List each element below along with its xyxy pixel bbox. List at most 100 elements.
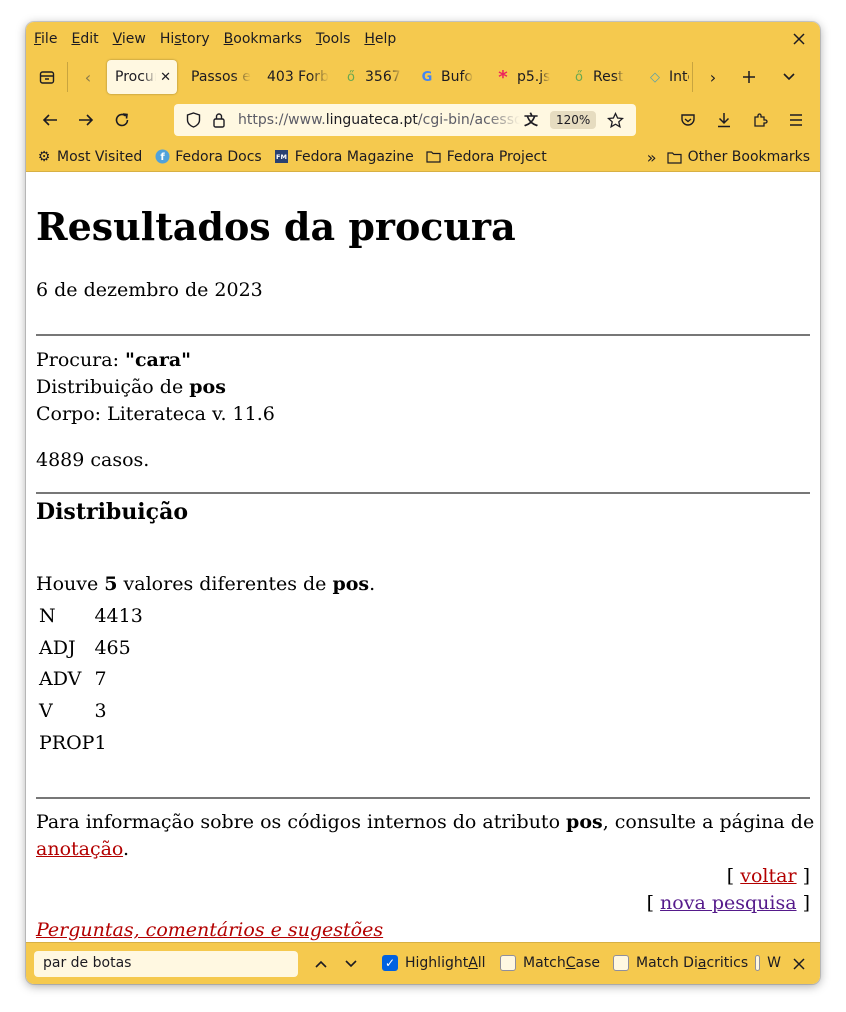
- corpus-line: Corpo: Literateca v. 11.6: [36, 403, 275, 425]
- bookmark-fedora-docs[interactable]: f Fedora Docs: [154, 149, 262, 165]
- lock-icon[interactable]: [208, 109, 230, 131]
- fedora-magazine-icon: FM: [274, 149, 290, 165]
- checkbox-label: ase: [575, 955, 601, 971]
- find-bar-close-icon[interactable]: [786, 951, 812, 977]
- bookmark-label: Fedora Project: [446, 148, 547, 165]
- summary-attribute: pos: [332, 573, 370, 595]
- bookmarks-right: » Other Bookmarks: [647, 142, 810, 172]
- menu-edit[interactable]: Edit: [71, 31, 98, 47]
- reload-icon[interactable]: [106, 104, 138, 136]
- table-row: ADV 7: [39, 663, 143, 695]
- tab-p5js[interactable]: * p5.js: [487, 60, 563, 94]
- new-tab-icon[interactable]: [732, 60, 766, 94]
- table-cell-value: 1: [94, 731, 107, 754]
- find-next-chevron-down-icon[interactable]: [338, 951, 364, 977]
- url-prefix: https://www.: [238, 112, 326, 128]
- summary-text: Houve: [36, 573, 105, 595]
- bookmark-other-bookmarks[interactable]: Other Bookmarks: [667, 149, 810, 165]
- page-content: Resultados da procura 6 de dezembro de 2…: [26, 172, 820, 942]
- more-bookmarks-chevron-icon[interactable]: »: [647, 148, 657, 167]
- highlight-all-checkbox[interactable]: ✓ Highlight All: [382, 955, 486, 971]
- new-search-link[interactable]: nova pesquisa: [660, 892, 797, 914]
- info-link-line: anotação.: [36, 838, 129, 860]
- bookmark-star-icon[interactable]: [604, 109, 626, 131]
- menu-tools[interactable]: Tools: [316, 31, 351, 47]
- bookmark-label: Fedora Magazine: [294, 148, 414, 165]
- downloads-icon[interactable]: [708, 104, 740, 136]
- table-cell-value: 7: [94, 668, 107, 691]
- bookmark-label: Most Visited: [57, 148, 143, 165]
- tab-403[interactable]: 403 Forbidden: [259, 60, 335, 94]
- tab-procura[interactable]: Procura ✕: [107, 60, 177, 94]
- asterisk-icon: *: [498, 66, 508, 88]
- menu-help[interactable]: Help: [364, 31, 396, 47]
- feedback-link[interactable]: Perguntas, comentários e sugestões: [36, 919, 383, 941]
- tab-strip: ‹ Procura ✕ Passos e 403 Forbidden ő 356…: [26, 56, 820, 98]
- leaf-icon: ő: [575, 69, 583, 85]
- tab-bufo[interactable]: G Bufo: [411, 60, 487, 94]
- back-arrow-icon[interactable]: [34, 104, 66, 136]
- menu-history[interactable]: History: [160, 31, 210, 47]
- checkbox-label: Highlight: [405, 955, 469, 971]
- url-path: /cgi-bin/acesso: [417, 112, 520, 128]
- hamburger-menu-icon[interactable]: [780, 104, 812, 136]
- find-bar: par de botas ✓ Highlight All Match Case …: [26, 942, 820, 984]
- find-input[interactable]: par de botas: [34, 951, 298, 977]
- bookmark-label: Other Bookmarks: [687, 149, 810, 165]
- tab-rest[interactable]: ő Rest: [563, 60, 639, 94]
- tab-3567[interactable]: ő 3567: [335, 60, 411, 94]
- annotation-link[interactable]: anotação: [36, 838, 123, 860]
- menu-bookmarks[interactable]: Bookmarks: [224, 31, 302, 47]
- table-cell-value: 4413: [94, 604, 143, 627]
- tab-passos[interactable]: Passos e: [183, 60, 259, 94]
- bookmark-most-visited[interactable]: ⚙ Most Visited: [36, 148, 143, 165]
- navigation-toolbar: https://www.linguateca.pt/cgi-bin/acesso…: [26, 98, 820, 142]
- checkbox-label: W: [767, 955, 781, 971]
- shield-icon[interactable]: [182, 109, 204, 131]
- tab-tray-icon[interactable]: [30, 60, 64, 94]
- whole-words-checkbox[interactable]: W: [755, 955, 781, 971]
- voltar-link[interactable]: voltar: [740, 865, 796, 887]
- bookmark-fedora-project[interactable]: Fedora Project: [426, 149, 547, 165]
- checkbox-box: [500, 955, 516, 971]
- menu-file[interactable]: File: [34, 31, 57, 47]
- match-case-checkbox[interactable]: Match Case: [500, 955, 600, 971]
- distribution-attribute: pos: [189, 376, 226, 398]
- diamond-icon: ◇: [650, 69, 660, 85]
- menu-bar: File Edit View History Bookmarks Tools H…: [26, 22, 820, 56]
- window-close-icon[interactable]: [790, 30, 808, 48]
- zoom-level-badge[interactable]: 120%: [550, 111, 597, 129]
- new-search-link-line: [ nova pesquisa ]: [646, 892, 810, 914]
- tab-into[interactable]: ◇ Into the: [639, 60, 689, 94]
- query-line: Procura: "cara": [36, 349, 191, 371]
- summary-count: 5: [104, 573, 118, 595]
- tab-title: Procura: [115, 69, 156, 85]
- forward-arrow-icon[interactable]: [70, 104, 102, 136]
- divider: [36, 797, 810, 799]
- tab-close-icon[interactable]: ✕: [160, 70, 171, 85]
- table-cell-value: 3: [94, 699, 107, 722]
- info-text-part: , consulte a página de: [602, 811, 815, 833]
- table-cell-key: PROP: [39, 731, 95, 754]
- menu-view[interactable]: View: [113, 31, 146, 47]
- summary-text: .: [369, 573, 376, 595]
- divider: [36, 492, 810, 494]
- translate-icon[interactable]: 文: [520, 109, 542, 131]
- match-diacritics-checkbox[interactable]: Match Di a critics: [613, 955, 748, 971]
- checkmark-icon: ✓: [382, 955, 398, 971]
- bookmark-fedora-magazine[interactable]: FM Fedora Magazine: [274, 149, 414, 165]
- tabs-scroll-left-icon[interactable]: ‹: [71, 60, 105, 94]
- list-tabs-chevron-down-icon[interactable]: [772, 60, 806, 94]
- checkbox-label: ll: [477, 955, 486, 971]
- pocket-icon[interactable]: [672, 104, 704, 136]
- url-bar[interactable]: https://www.linguateca.pt/cgi-bin/acesso…: [174, 104, 636, 136]
- extensions-icon[interactable]: [744, 104, 776, 136]
- url-text[interactable]: https://www.linguateca.pt/cgi-bin/acesso: [238, 112, 520, 128]
- tab-title: p5.js: [517, 69, 551, 85]
- checkbox-box: [613, 955, 629, 971]
- tab-title: Rest: [593, 69, 624, 85]
- tabs-scroll-right-icon[interactable]: ›: [696, 60, 730, 94]
- find-previous-chevron-up-icon[interactable]: [308, 951, 334, 977]
- tab-title: Into the: [669, 69, 689, 85]
- tab-separator: [67, 62, 68, 92]
